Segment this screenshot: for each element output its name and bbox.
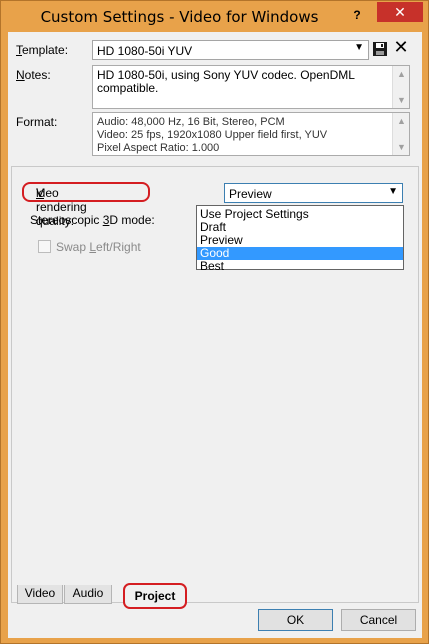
dropdown-option[interactable]: Use Project Settings: [197, 208, 403, 221]
swap-label-b: eft/Right: [96, 240, 141, 254]
quality-value: Preview: [229, 187, 272, 201]
dropdown-option-selected[interactable]: Good: [197, 247, 403, 260]
format-video: Video: 25 fps, 1920x1080 Upper field fir…: [97, 129, 328, 141]
title-bar[interactable]: Custom Settings - Video for Windows ? ✕: [1, 1, 428, 32]
ok-button[interactable]: OK: [258, 609, 333, 631]
notes-label-text: otes:: [24, 68, 51, 82]
tab-video[interactable]: Video: [17, 585, 63, 604]
tab-project[interactable]: Project: [123, 583, 187, 609]
save-icon[interactable]: [372, 41, 388, 57]
swap-left-right-checkbox[interactable]: [38, 240, 51, 253]
format-lines: Audio: 48,000 Hz, 16 Bit, Stereo, PCM Vi…: [97, 116, 391, 155]
format-audio: Audio: 48,000 Hz, 16 Bit, Stereo, PCM: [97, 116, 285, 128]
quality-dropdown-list: Use Project Settings Draft Preview Good …: [196, 205, 404, 273]
help-button[interactable]: ?: [349, 7, 365, 23]
stereo-label-b: D mode:: [109, 213, 155, 227]
format-field: Audio: 48,000 Hz, 16 Bit, Stereo, PCM Vi…: [92, 112, 410, 156]
format-par: Pixel Aspect Ratio: 1.000: [97, 142, 220, 154]
scroll-down-icon[interactable]: ▼: [393, 92, 410, 108]
notes-label: Notes:: [16, 68, 51, 82]
template-value: HD 1080-50i YUV: [97, 44, 193, 58]
notes-scrollbar[interactable]: ▲ ▼: [392, 66, 409, 108]
quality-select[interactable]: Preview ▼: [224, 183, 403, 203]
template-combo[interactable]: HD 1080-50i YUV ▼: [92, 40, 369, 60]
delete-icon[interactable]: ✕: [393, 38, 409, 56]
format-scrollbar[interactable]: ▲ ▼: [392, 113, 409, 155]
tab-strip: Video Audio Project: [17, 583, 419, 609]
scroll-up-icon[interactable]: ▲: [393, 113, 410, 129]
close-button[interactable]: ✕: [377, 2, 423, 22]
stereo-label-a: Stereoscopic: [30, 213, 103, 227]
swap-label-a: Swap: [56, 240, 90, 254]
template-label: Template:: [16, 43, 69, 57]
template-label-text: emplate:: [22, 43, 69, 57]
notes-value: HD 1080-50i, using Sony YUV codec. OpenD…: [97, 68, 355, 95]
dialog-window: Custom Settings - Video for Windows ? ✕ …: [0, 0, 429, 644]
tab-audio[interactable]: Audio: [64, 585, 112, 604]
dropdown-option[interactable]: Best: [197, 260, 403, 273]
format-label: Format:: [16, 115, 58, 129]
notes-field[interactable]: HD 1080-50i, using Sony YUV codec. OpenD…: [92, 65, 410, 109]
chevron-down-icon: ▼: [388, 186, 398, 197]
cancel-button[interactable]: Cancel: [341, 609, 416, 631]
swap-left-right-label: Swap Left/Right: [56, 240, 141, 254]
stereo-mode-label: Stereoscopic 3D mode:: [30, 213, 155, 227]
quality-label-highlight: Video rendering quality:: [22, 182, 150, 228]
scroll-down-icon[interactable]: ▼: [393, 139, 410, 155]
scroll-up-icon[interactable]: ▲: [393, 66, 410, 82]
chevron-down-icon: ▼: [354, 42, 364, 53]
dialog-client: Template: HD 1080-50i YUV ▼ ✕ Notes: HD …: [8, 32, 422, 638]
window-title: Custom Settings - Video for Windows: [40, 8, 319, 26]
